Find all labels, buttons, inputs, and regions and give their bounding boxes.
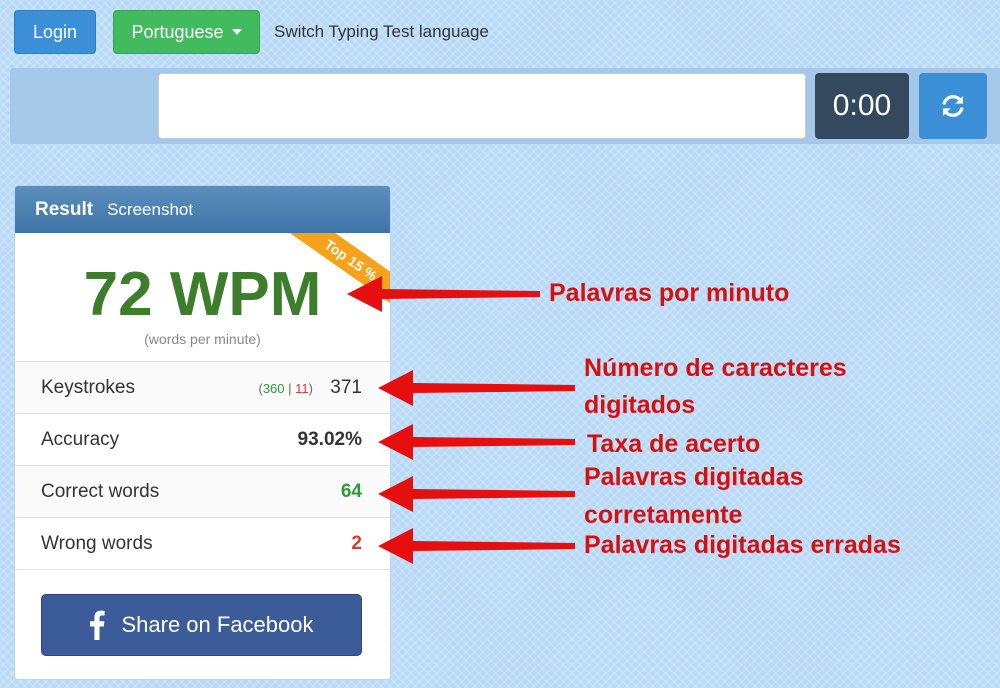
annotation-correct-2: corretamente [584, 501, 743, 529]
annotation-wpm: Palavras por minuto [549, 279, 790, 307]
annotation-keystrokes-1: Número de caracteres [584, 354, 847, 382]
annotation-keystrokes-2: digitados [584, 391, 696, 419]
arrow-wrong [378, 528, 575, 564]
annotation-arrows [347, 276, 575, 564]
annotation-accuracy: Taxa de acerto [587, 430, 761, 458]
annotation-correct-1: Palavras digitadas [584, 463, 804, 491]
arrow-accuracy [378, 424, 575, 460]
arrow-wpm [347, 276, 540, 312]
arrow-keystrokes [378, 370, 575, 406]
annotation-wrong: Palavras digitadas erradas [584, 531, 901, 559]
arrow-correct [378, 476, 575, 512]
